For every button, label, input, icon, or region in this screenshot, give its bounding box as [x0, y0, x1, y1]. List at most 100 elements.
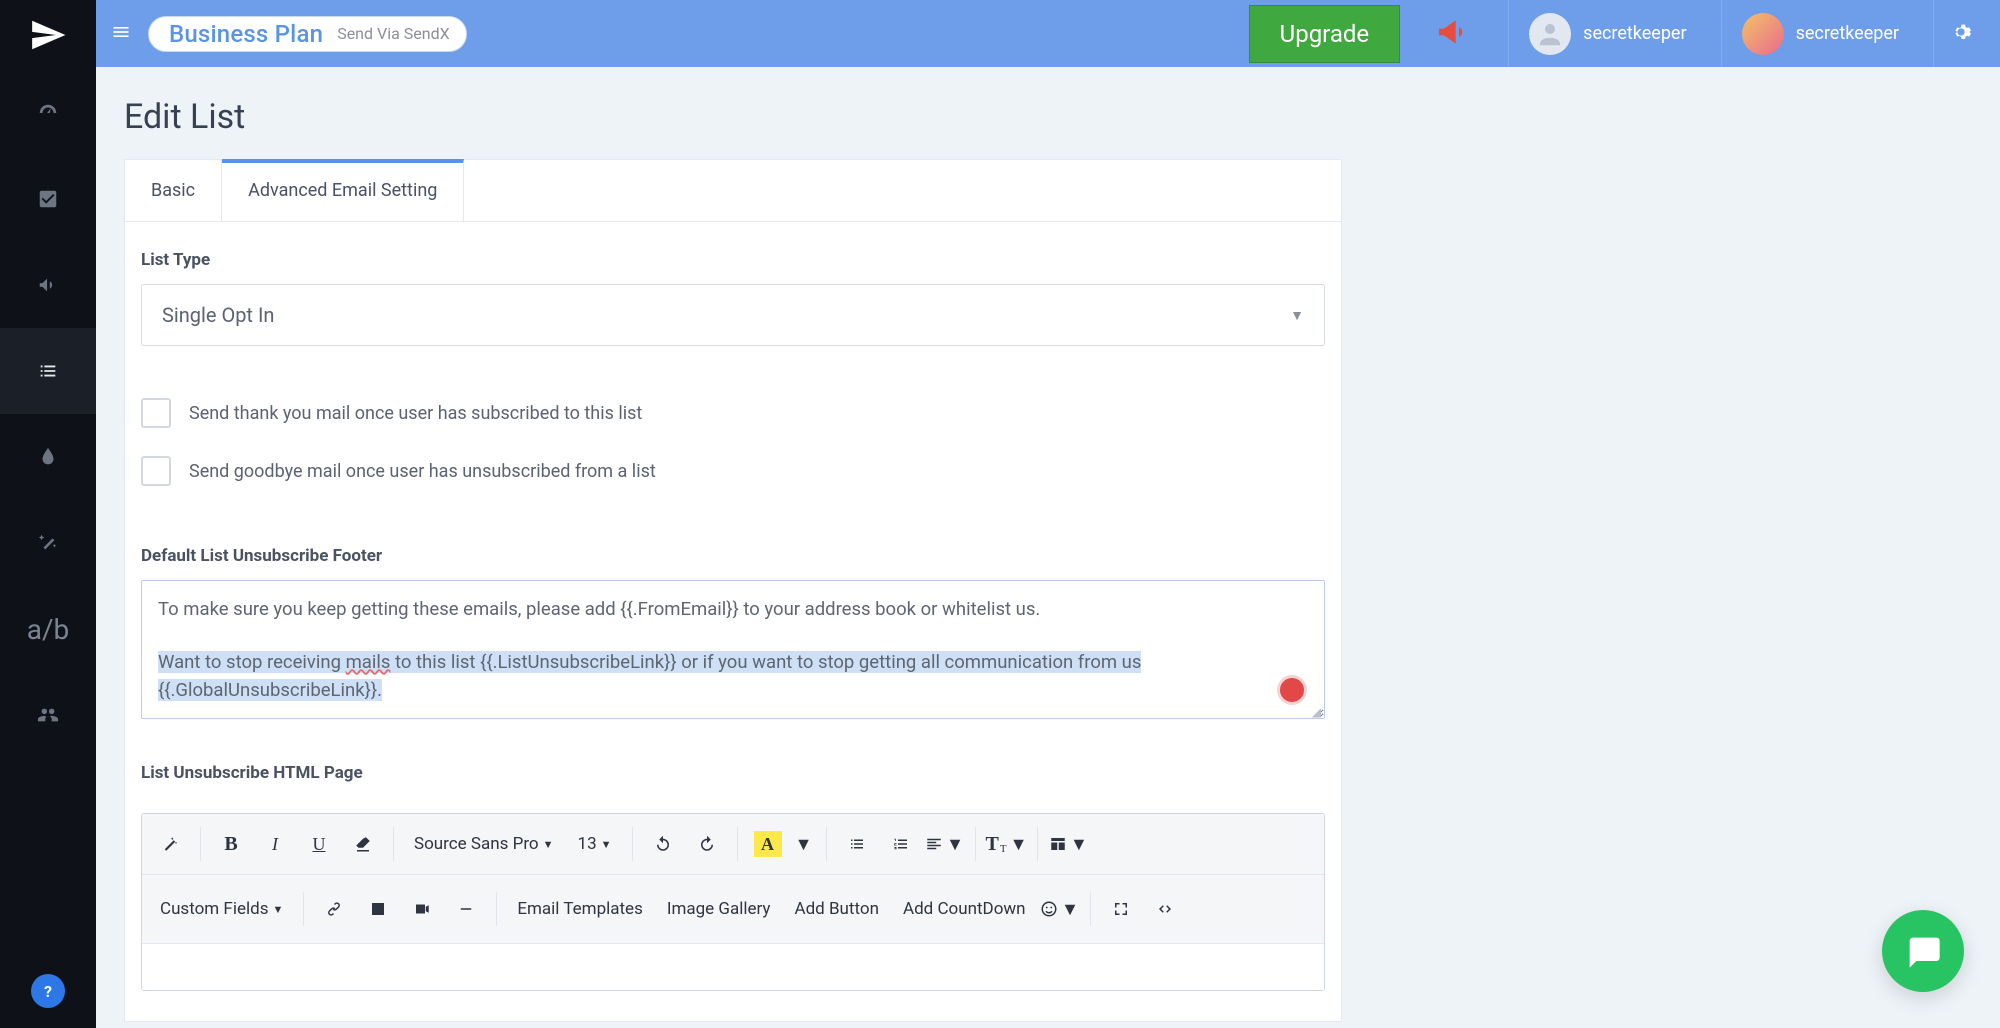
link-icon [325, 900, 343, 918]
tabs: Basic Advanced Email Setting [125, 160, 1341, 222]
user-menu-1[interactable]: secretkeeper [1508, 0, 1706, 67]
list-type-value: Single Opt In [162, 303, 274, 327]
wand-icon [37, 532, 59, 554]
ol-icon [892, 835, 910, 853]
video-button[interactable] [402, 889, 442, 929]
drop-icon [37, 446, 59, 468]
eraser-icon [354, 835, 372, 853]
expand-icon [1112, 900, 1130, 918]
user2-name: secretkeeper [1796, 23, 1899, 44]
dashboard-icon [37, 102, 59, 124]
grammarly-indicator[interactable] [1277, 675, 1307, 705]
chevron-down-icon: ▼ [1070, 834, 1088, 855]
topbar: Business Plan Send Via SendX Upgrade sec… [96, 0, 2000, 67]
footer-spelling-error: mails [346, 651, 391, 673]
editor-toolbar-row1: B I U Source Sans Pro▼ 13▼ [142, 814, 1324, 875]
email-templates-button[interactable]: Email Templates [507, 889, 653, 929]
minus-icon [457, 900, 475, 918]
ul-icon [848, 835, 866, 853]
nav-automation[interactable] [0, 500, 96, 586]
settings-button[interactable] [1933, 0, 1988, 67]
plan-pill[interactable]: Business Plan Send Via SendX [148, 16, 467, 52]
fullscreen-button[interactable] [1101, 889, 1141, 929]
nav-tasks[interactable] [0, 156, 96, 242]
smile-icon [1040, 900, 1058, 918]
user-menu-2[interactable]: secretkeeper [1721, 0, 1919, 67]
footer-line1: To make sure you keep getting these emai… [158, 595, 1308, 624]
table-icon [1049, 835, 1067, 853]
help-button[interactable]: ? [31, 954, 65, 1028]
undo-button[interactable] [643, 824, 683, 864]
html-page-label: List Unsubscribe HTML Page [141, 763, 1325, 783]
custom-fields-button[interactable]: Custom Fields▼ [150, 889, 293, 929]
chevron-down-icon: ▼ [946, 834, 964, 855]
list-type-select[interactable]: Single Opt In ▼ [141, 284, 1325, 346]
image-button[interactable] [358, 889, 398, 929]
magic-wand-button[interactable] [150, 824, 190, 864]
image-gallery-button[interactable]: Image Gallery [657, 889, 781, 929]
wand-icon [161, 835, 179, 853]
editor-body[interactable] [142, 944, 1324, 990]
unordered-list-button[interactable] [837, 824, 877, 864]
user1-name: secretkeeper [1583, 23, 1686, 44]
footer-label: Default List Unsubscribe Footer [141, 546, 1325, 566]
rich-editor: B I U Source Sans Pro▼ 13▼ [141, 813, 1325, 991]
align-button[interactable]: ▼ [925, 824, 965, 864]
tab-basic[interactable]: Basic [125, 160, 222, 221]
list-icon [37, 360, 59, 382]
chat-icon [1903, 931, 1943, 971]
font-size-select[interactable]: 13▼ [568, 824, 622, 864]
chevron-down-icon: ▼ [272, 903, 283, 916]
hr-button[interactable] [446, 889, 486, 929]
app-logo[interactable] [0, 0, 96, 70]
thank-you-checkbox[interactable] [141, 398, 171, 428]
undo-icon [654, 835, 672, 853]
tab-advanced-email[interactable]: Advanced Email Setting [222, 159, 464, 221]
table-button[interactable]: ▼ [1048, 824, 1088, 864]
ordered-list-button[interactable] [881, 824, 921, 864]
footer-sel-pre: Want to stop receiving [158, 651, 346, 673]
underline-button[interactable]: U [299, 824, 339, 864]
font-color-icon: A [754, 831, 782, 857]
chat-fab[interactable] [1882, 910, 1964, 992]
code-view-button[interactable] [1145, 889, 1185, 929]
chevron-down-icon: ▼ [1010, 834, 1028, 855]
add-button-button[interactable]: Add Button [784, 889, 889, 929]
eraser-button[interactable] [343, 824, 383, 864]
announcements[interactable] [1414, 0, 1494, 67]
italic-button[interactable]: I [255, 824, 295, 864]
font-color-dropdown[interactable]: ▼ [792, 824, 816, 864]
avatar [1529, 13, 1571, 55]
nav-ab-testing[interactable]: a/b [0, 586, 96, 672]
nav-drip[interactable] [0, 414, 96, 500]
emoji-button[interactable]: ▼ [1040, 889, 1080, 929]
nav-lists[interactable] [0, 328, 96, 414]
bold-button[interactable]: B [211, 824, 251, 864]
resize-handle-icon[interactable]: ◢ [1312, 705, 1321, 719]
nav-dashboard[interactable] [0, 70, 96, 156]
chevron-down-icon: ▼ [795, 834, 813, 855]
image-icon [369, 900, 387, 918]
redo-icon [698, 835, 716, 853]
checkbox-icon [37, 188, 59, 210]
announcement-icon [1434, 12, 1474, 56]
goodbye-checkbox[interactable] [141, 456, 171, 486]
footer-textarea[interactable]: To make sure you keep getting these emai… [141, 580, 1325, 719]
font-family-select[interactable]: Source Sans Pro▼ [404, 824, 564, 864]
nav-contacts[interactable] [0, 672, 96, 758]
text-style-button[interactable]: TT▼ [986, 824, 1028, 864]
chevron-down-icon: ▼ [1290, 307, 1304, 324]
font-color-button[interactable]: A [748, 824, 788, 864]
align-icon [925, 835, 943, 853]
add-countdown-button[interactable]: Add CountDown [893, 889, 1036, 929]
page-title: Edit List [124, 97, 1972, 137]
send-via-label: Send Via SendX [337, 24, 449, 43]
chevron-down-icon: ▼ [543, 838, 554, 851]
chevron-down-icon: ▼ [1061, 899, 1079, 920]
redo-button[interactable] [687, 824, 727, 864]
nav-campaigns[interactable] [0, 242, 96, 328]
megaphone-icon [37, 274, 59, 296]
link-button[interactable] [314, 889, 354, 929]
menu-toggle[interactable] [108, 22, 134, 46]
upgrade-button[interactable]: Upgrade [1249, 5, 1401, 63]
